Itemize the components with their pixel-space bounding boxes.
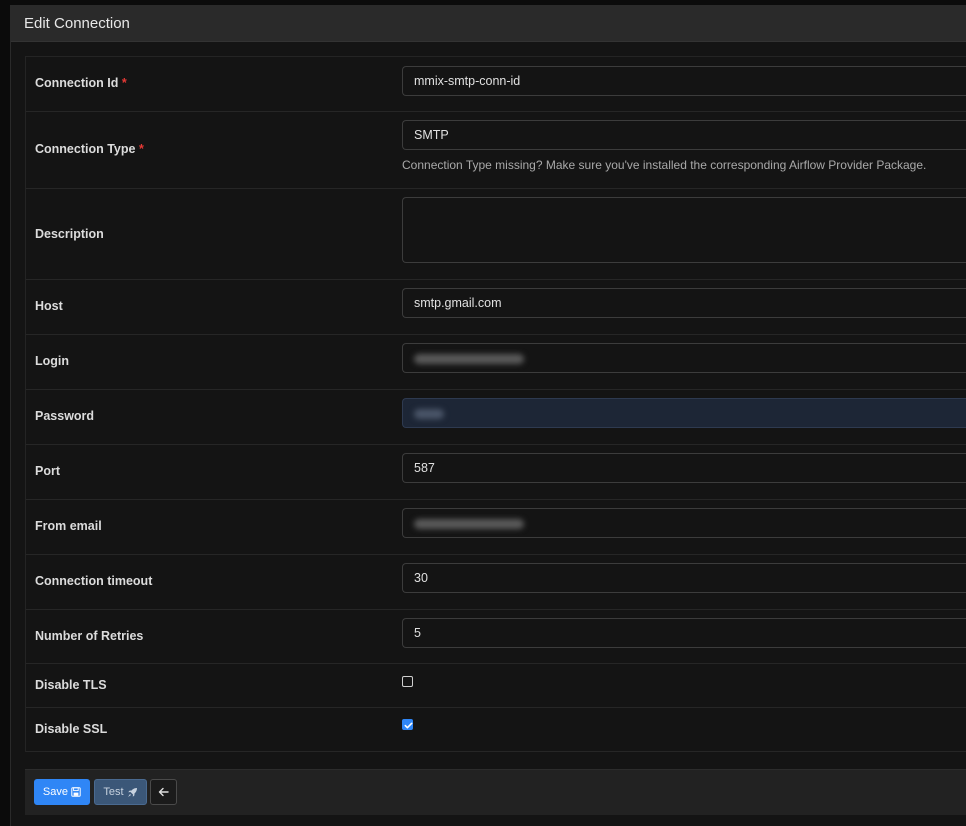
save-button[interactable]: Save <box>34 779 90 805</box>
back-button[interactable] <box>150 779 177 805</box>
row-port: Port 587 <box>26 445 966 500</box>
row-disable-tls: Disable TLS <box>26 664 966 708</box>
row-connection-id: Connection Id * mmix-smtp-conn-id <box>26 57 966 112</box>
number-of-retries-label: Number of Retries <box>35 629 144 643</box>
arrow-left-icon <box>158 787 169 797</box>
connection-id-label-text: Connection Id <box>35 76 119 90</box>
from-email-label: From email <box>35 519 102 533</box>
connection-type-select[interactable]: SMTP <box>402 120 966 150</box>
connection-timeout-label: Connection timeout <box>35 574 153 588</box>
panel-title: Edit Connection <box>11 6 966 42</box>
disable-tls-checkbox[interactable] <box>402 676 413 687</box>
connection-type-label-text: Connection Type <box>35 142 136 156</box>
connection-type-help-text: Connection Type missing? Make sure you'v… <box>402 158 927 172</box>
row-connection-type: Connection Type * SMTP Connection Type m… <box>26 112 966 189</box>
row-password: Password <box>26 390 966 445</box>
password-label: Password <box>35 409 95 423</box>
connection-timeout-input[interactable]: 30 <box>402 563 966 593</box>
from-email-input[interactable] <box>402 508 966 538</box>
login-input[interactable] <box>402 343 966 373</box>
edit-connection-panel: Edit Connection Connection Id * mmix-smt… <box>10 5 966 826</box>
redacted-value <box>414 518 524 529</box>
row-connection-timeout: Connection timeout 30 <box>26 555 966 610</box>
description-label: Description <box>35 227 104 241</box>
row-description: Description <box>26 189 966 280</box>
rocket-icon <box>127 787 137 797</box>
connection-id-input[interactable]: mmix-smtp-conn-id <box>402 66 966 96</box>
required-mark: * <box>138 142 144 156</box>
redacted-value <box>414 408 444 419</box>
disable-ssl-checkbox[interactable] <box>402 719 413 730</box>
host-label: Host <box>35 299 63 313</box>
row-from-email: From email <box>26 500 966 555</box>
required-mark: * <box>121 76 127 90</box>
disable-tls-label: Disable TLS <box>35 678 107 692</box>
floppy-disk-icon <box>71 787 81 797</box>
redacted-value <box>414 353 524 364</box>
password-input[interactable] <box>402 398 966 428</box>
form-actions: Save Test <box>25 769 966 815</box>
row-login: Login <box>26 335 966 390</box>
login-label: Login <box>35 354 70 368</box>
test-button[interactable]: Test <box>94 779 147 805</box>
description-textarea[interactable] <box>402 197 966 263</box>
row-host: Host smtp.gmail.com <box>26 280 966 335</box>
disable-ssl-label: Disable SSL <box>35 722 108 736</box>
row-number-of-retries: Number of Retries 5 <box>26 610 966 664</box>
connection-id-label: Connection Id * <box>35 76 127 90</box>
row-disable-ssl: Disable SSL <box>26 708 966 752</box>
connection-type-label: Connection Type * <box>35 142 144 156</box>
test-label: Test <box>103 786 124 798</box>
connection-form: Connection Id * mmix-smtp-conn-id Connec… <box>25 56 966 752</box>
number-of-retries-input[interactable]: 5 <box>402 618 966 648</box>
port-input[interactable]: 587 <box>402 453 966 483</box>
host-input[interactable]: smtp.gmail.com <box>402 288 966 318</box>
checkmark-icon <box>404 722 413 729</box>
save-label: Save <box>42 786 68 798</box>
port-label: Port <box>35 464 60 478</box>
